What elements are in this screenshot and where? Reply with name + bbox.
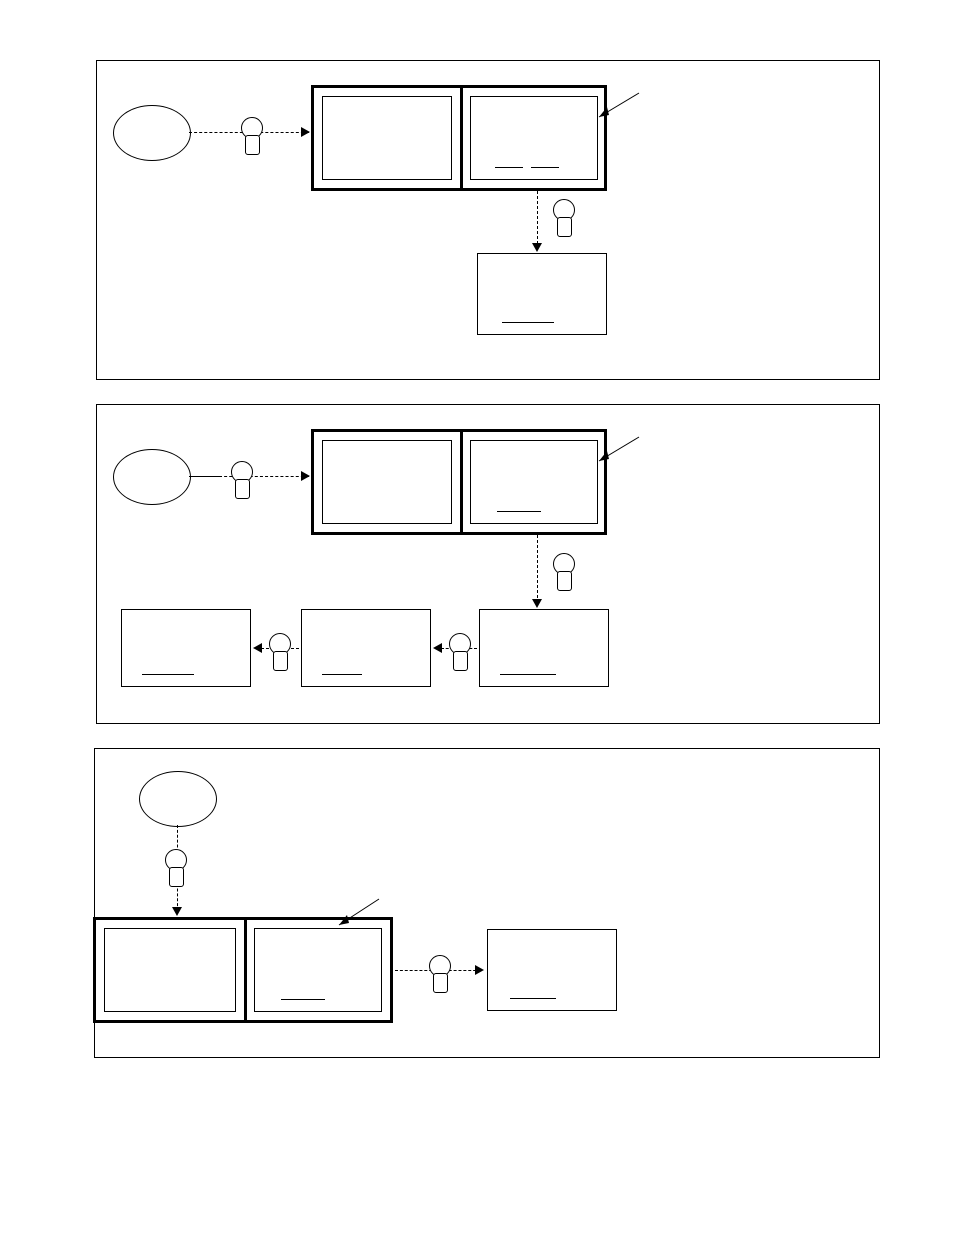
- panel-3: [94, 748, 880, 1058]
- tag-icon: [453, 651, 468, 671]
- arrow-left-icon: [253, 643, 262, 653]
- text-underline: [142, 674, 194, 675]
- screen-left: [322, 96, 452, 180]
- divider: [460, 88, 463, 188]
- screen-pair: [311, 429, 607, 535]
- pointer-line-icon: [595, 93, 645, 123]
- row-box-1: [121, 609, 251, 687]
- divider: [244, 920, 247, 1020]
- arrow-line: [537, 535, 538, 603]
- row-box-3: [479, 609, 609, 687]
- row-box-2: [301, 609, 431, 687]
- tag-icon: [557, 217, 572, 237]
- text-underline: [502, 322, 554, 323]
- tag-icon: [557, 571, 572, 591]
- screen-right: [470, 440, 598, 524]
- magnifier-tag-icon: [265, 633, 295, 673]
- magnifier-tag-icon: [549, 553, 579, 593]
- tag-icon: [433, 973, 448, 993]
- screen-right: [254, 928, 382, 1012]
- text-underline: [495, 167, 523, 168]
- arrow-left-icon: [433, 643, 442, 653]
- text-underline: [500, 674, 556, 675]
- tag-icon: [273, 651, 288, 671]
- arrow-down-icon: [172, 907, 182, 916]
- text-underline: [497, 511, 541, 512]
- arrow-right-icon: [475, 965, 484, 975]
- arrow-right-icon: [301, 471, 310, 481]
- text-underline: [322, 674, 362, 675]
- magnifier-tag-icon: [549, 199, 579, 239]
- arrow-right-icon: [301, 127, 310, 137]
- tag-icon: [169, 867, 184, 887]
- arrow-down-icon: [532, 599, 542, 608]
- tag-icon: [235, 479, 250, 499]
- arrow-down-icon: [532, 243, 542, 252]
- screen-left: [104, 928, 236, 1012]
- text-underline: [281, 999, 325, 1000]
- line: [189, 476, 219, 477]
- start-oval: [139, 771, 217, 827]
- result-box: [487, 929, 617, 1011]
- magnifier-tag-icon: [237, 117, 267, 157]
- screen-pair: [311, 85, 607, 191]
- magnifier-tag-icon: [161, 849, 191, 889]
- start-oval: [113, 449, 191, 505]
- pointer-line-icon: [335, 899, 385, 931]
- result-box: [477, 253, 607, 335]
- document-page: [0, 0, 954, 1235]
- screen-pair: [93, 917, 393, 1023]
- magnifier-tag-icon: [445, 633, 475, 673]
- start-oval: [113, 105, 191, 161]
- magnifier-tag-icon: [425, 955, 455, 995]
- arrow-line: [537, 191, 538, 249]
- screen-right: [470, 96, 598, 180]
- divider: [460, 432, 463, 532]
- magnifier-tag-icon: [227, 461, 257, 501]
- screen-left: [322, 440, 452, 524]
- panel-1: [96, 60, 880, 380]
- pointer-line-icon: [595, 437, 645, 467]
- text-underline: [531, 167, 559, 168]
- text-underline: [510, 998, 556, 999]
- panel-2: [96, 404, 880, 724]
- tag-icon: [245, 135, 260, 155]
